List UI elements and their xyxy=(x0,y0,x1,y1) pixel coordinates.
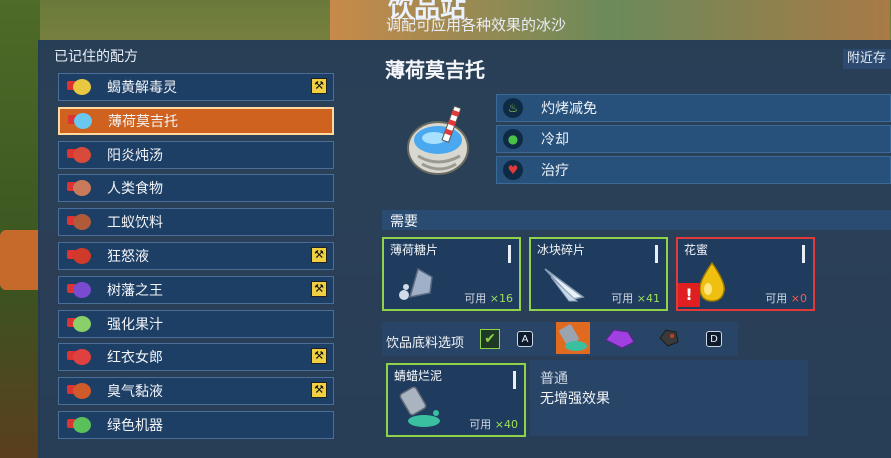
recipe-drink-icon xyxy=(67,415,93,435)
drink-cup-icon xyxy=(73,417,91,433)
recipe-item[interactable]: 工蚁饮料 xyxy=(58,208,334,236)
recipe-title: 薄荷莫吉托 xyxy=(385,58,485,82)
recipe-label: 人类食物 xyxy=(107,181,163,197)
ingredient-name: 冰块碎片 xyxy=(537,243,586,257)
recipe-item[interactable]: 树藩之王 ⚒ xyxy=(58,276,334,304)
drink-cup-icon xyxy=(73,383,91,399)
base-options-label: 饮品底料选项 xyxy=(386,336,465,351)
recipe-label: 树藩之王 xyxy=(107,283,163,299)
drink-cup-icon xyxy=(73,180,91,196)
heart-icon: ♥ xyxy=(503,160,523,180)
base-effect-text: 无增强效果 xyxy=(540,391,610,407)
recipe-label: 蝎黄解毒灵 xyxy=(107,80,177,96)
effect-label: 治疗 xyxy=(541,163,569,179)
recipe-item[interactable]: 阳炎炖汤 xyxy=(58,141,334,169)
recipe-label: 强化果汁 xyxy=(107,317,163,333)
droplet-icon: ● xyxy=(503,129,523,149)
key-hint-right: D xyxy=(706,331,722,347)
ingredient-marker xyxy=(508,245,511,263)
nearby-storage-tab[interactable]: 附近存 xyxy=(843,49,891,69)
recipe-label: 臭气黏液 xyxy=(107,384,163,400)
effect-row: ● 冷却 xyxy=(496,125,891,153)
ingredient-card-mint-flakes[interactable]: 薄荷糖片 可用 ×16 xyxy=(382,237,521,311)
requirements-label: 需要 xyxy=(390,214,418,230)
recipe-drink-icon xyxy=(67,246,93,266)
recipe-item[interactable]: 薄荷莫吉托 xyxy=(58,107,334,135)
recipe-drink-icon xyxy=(67,314,93,334)
goo-can-icon xyxy=(399,386,440,427)
hammer-icon[interactable]: ⚒ xyxy=(311,78,327,94)
recipe-drink-icon xyxy=(67,381,93,401)
drink-cup-icon xyxy=(74,113,92,129)
recipe-drink-icon xyxy=(67,212,93,232)
ice-shard-icon xyxy=(544,268,585,302)
ingredient-name: 花蜜 xyxy=(684,243,709,257)
ingredient-available: 可用 ×41 xyxy=(611,292,660,305)
drink-cup-icon xyxy=(73,79,91,95)
recipe-item[interactable]: 红衣女郎 ⚒ xyxy=(58,343,334,371)
background-tree xyxy=(0,0,40,458)
recipe-label: 绿色机器 xyxy=(107,418,163,434)
requirements-header: 需要 xyxy=(382,210,891,230)
ingredient-marker xyxy=(802,245,805,263)
base-quality: 普通 xyxy=(540,371,568,387)
recipe-drink-icon xyxy=(67,347,93,367)
page-subtitle: 调配可应用各种效果的冰沙 xyxy=(386,16,567,34)
recipe-drink-icon xyxy=(67,280,93,300)
ingredient-marker xyxy=(655,245,658,263)
heat-icon: ♨ xyxy=(503,98,523,118)
base-available: 可用 ×40 xyxy=(469,418,518,431)
drink-cup-icon xyxy=(73,147,91,163)
recipe-label: 狂怒液 xyxy=(107,249,149,265)
recipe-item[interactable]: 强化果汁 xyxy=(58,310,334,338)
drink-cup-icon xyxy=(73,349,91,365)
mint-mojito-drink-icon xyxy=(407,105,469,175)
goo-can-icon xyxy=(559,324,587,351)
drink-cup-icon xyxy=(73,214,91,230)
recipe-drink-icon xyxy=(67,178,93,198)
recipe-item[interactable]: 狂怒液 ⚒ xyxy=(58,242,334,270)
effect-label: 冷却 xyxy=(541,132,569,148)
drink-cup-icon xyxy=(73,282,91,298)
recipe-item[interactable]: 臭气黏液 ⚒ xyxy=(58,377,334,405)
ingredient-available: 可用 ×0 xyxy=(765,292,807,305)
recipe-drink-icon xyxy=(67,77,93,97)
base-marker xyxy=(513,371,516,389)
insufficient-warning-icon: ! xyxy=(678,283,700,307)
recipe-label: 薄荷莫吉托 xyxy=(108,114,178,130)
recipe-label: 阳炎炖汤 xyxy=(107,148,163,164)
mint-flake-icon xyxy=(399,267,433,300)
base-option-goo[interactable] xyxy=(556,322,590,354)
key-hint-left: A xyxy=(517,331,533,347)
drink-cup-icon xyxy=(73,248,91,264)
recipe-label: 红衣女郎 xyxy=(107,350,163,366)
ingredient-card-ice-shard[interactable]: 冰块碎片 可用 ×41 xyxy=(529,237,668,311)
recipe-label: 工蚁饮料 xyxy=(107,215,163,231)
recipe-item[interactable]: 绿色机器 xyxy=(58,411,334,439)
base-option-checkbox[interactable]: ✔ xyxy=(480,329,500,349)
ingredient-name: 薄荷糖片 xyxy=(390,243,439,257)
hammer-icon[interactable]: ⚒ xyxy=(311,348,327,364)
hammer-icon[interactable]: ⚒ xyxy=(311,281,327,297)
hammer-icon[interactable]: ⚒ xyxy=(311,247,327,263)
drink-cup-icon xyxy=(73,316,91,332)
recipe-item[interactable]: 蝎黄解毒灵 ⚒ xyxy=(58,73,334,101)
effect-row: ♨ 灼烤减免 xyxy=(496,94,891,122)
purple-crystal-icon xyxy=(605,329,635,349)
effect-row: ♥ 治疗 xyxy=(496,156,891,184)
effect-label: 灼烤减免 xyxy=(541,101,597,117)
dark-chunk-icon xyxy=(659,329,679,347)
hammer-icon[interactable]: ⚒ xyxy=(311,382,327,398)
base-option-purple[interactable] xyxy=(602,322,636,354)
ingredient-card-nectar[interactable]: 花蜜 ! 可用 ×0 xyxy=(676,237,815,311)
recipe-item[interactable]: 人类食物 xyxy=(58,174,334,202)
selected-base-card[interactable]: 蜻蜡烂泥 可用 ×40 xyxy=(386,363,526,437)
recipes-heading: 已记住的配方 xyxy=(54,49,138,65)
base-name: 蜻蜡烂泥 xyxy=(394,369,443,383)
base-option-dark[interactable] xyxy=(654,322,688,354)
recipe-drink-icon xyxy=(68,111,94,131)
recipe-drink-icon xyxy=(67,145,93,165)
ingredient-available: 可用 ×16 xyxy=(464,292,513,305)
